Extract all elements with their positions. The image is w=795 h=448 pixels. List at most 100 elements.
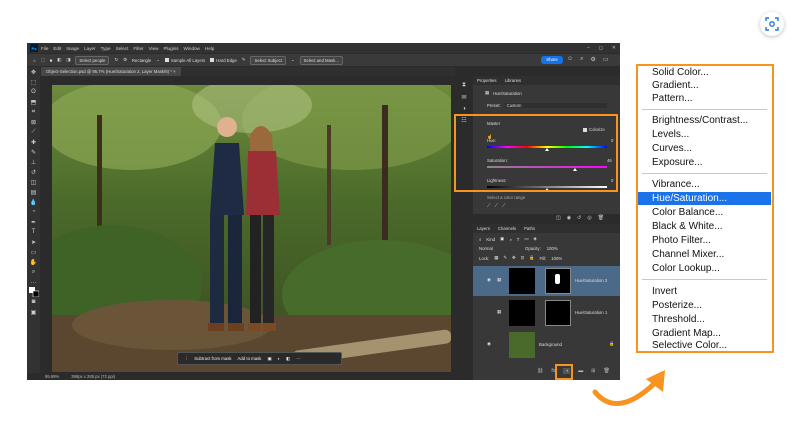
brush-settings-icon[interactable]: ✎ <box>242 57 246 63</box>
opacity-value[interactable]: 100% <box>547 246 558 251</box>
history-brush-icon[interactable]: ↺ <box>27 167 40 177</box>
menu-item-selective-color[interactable]: Selective Color... <box>638 339 771 352</box>
menu-item-exposure[interactable]: Exposure... <box>638 156 771 169</box>
invert-icon[interactable]: ◐ <box>278 356 281 361</box>
menu-item-solid-color[interactable]: Solid Color... <box>638 66 771 79</box>
menu-item-color-balance[interactable]: Color Balance... <box>638 206 771 219</box>
menu-layer[interactable]: Layer <box>84 46 96 51</box>
menu-item-photo-filter[interactable]: Photo Filter... <box>638 234 771 247</box>
subtract-selection-icon[interactable]: ◨ <box>66 57 70 63</box>
layer-name[interactable]: Background <box>539 342 562 347</box>
pen-tool-icon[interactable]: ✒ <box>27 217 40 227</box>
minimize-button[interactable]: – <box>587 45 590 51</box>
select-subject-button[interactable]: Select Subject <box>250 55 286 65</box>
view-previous-icon[interactable]: ◉ <box>567 215 571 221</box>
object-selection-tool-icon[interactable]: ⬚ <box>41 57 45 63</box>
sample-all-layers-checkbox[interactable]: Sample All Layers <box>164 58 205 63</box>
smart-filter-icon[interactable]: ◈ <box>533 236 536 242</box>
color-swatches-icon[interactable] <box>27 287 40 297</box>
lock-paint-icon[interactable]: ✎ <box>503 255 507 261</box>
refresh-icon[interactable]: ↻ <box>114 57 118 63</box>
filter-search-icon[interactable]: ⌕ <box>479 237 481 242</box>
history-icon[interactable]: ⧗ <box>462 82 466 89</box>
layer-name[interactable]: Hue/Saturation 1 <box>575 310 607 315</box>
share-button[interactable]: Share <box>541 56 563 64</box>
layer-name[interactable]: Hue/Saturation 2 <box>575 278 607 283</box>
menu-filter[interactable]: Filter <box>133 46 143 51</box>
menu-type[interactable]: Type <box>101 46 111 51</box>
layer-mask-thumbnail[interactable] <box>545 300 571 326</box>
menu-image[interactable]: Image <box>66 46 79 51</box>
menu-item-channel-mixer[interactable]: Channel Mixer... <box>638 248 771 261</box>
menu-select[interactable]: Select <box>116 46 129 51</box>
eyedropper-minus-icon[interactable]: ⟋ <box>502 203 506 209</box>
mode-label[interactable]: Rectangle <box>132 58 151 63</box>
type-filter-icon[interactable]: T <box>517 237 520 242</box>
tab-paths[interactable]: Paths <box>524 226 535 231</box>
mask-icon[interactable]: ▣ <box>267 356 271 362</box>
add-selection-icon[interactable]: ◧ <box>57 57 61 63</box>
document-canvas[interactable] <box>52 85 451 372</box>
pixel-filter-icon[interactable]: ▣ <box>500 236 504 242</box>
hand-tool-icon[interactable]: ✋ <box>27 257 40 267</box>
visibility-eye-icon[interactable]: ◉ <box>487 277 491 283</box>
menu-help[interactable]: Help <box>205 46 214 51</box>
close-icon[interactable]: × <box>173 69 176 74</box>
gradient-tool-icon[interactable]: ▤ <box>27 187 40 197</box>
layer-row-selected[interactable]: ◉ ▦ Hue/Saturation 2 <box>473 266 620 296</box>
home-icon[interactable]: ⌂ <box>33 58 36 63</box>
search-icon[interactable]: ⌕ <box>580 56 583 63</box>
frame-tool-icon[interactable]: ⊠ <box>27 117 40 127</box>
menu-item-gradient[interactable]: Gradient... <box>638 79 771 92</box>
visual-search-icon[interactable] <box>760 12 784 36</box>
menu-file[interactable]: File <box>41 46 48 51</box>
lock-all-icon[interactable]: 🔒 <box>529 255 534 261</box>
trash-icon[interactable]: 🗑 <box>598 215 604 221</box>
select-people-button[interactable]: Select people <box>75 55 110 65</box>
shape-tool-icon[interactable]: ▭ <box>27 247 40 257</box>
move-tool-icon[interactable]: ✥ <box>27 67 40 77</box>
adjustments-icon[interactable]: ◑ <box>462 106 466 112</box>
gear-icon[interactable]: ⚙ <box>591 56 596 63</box>
quick-mask-icon[interactable]: ◙ <box>27 297 40 307</box>
visibility-icon[interactable]: ◎ <box>587 215 591 221</box>
kind-dropdown[interactable]: Kind <box>486 237 495 242</box>
layer-row[interactable]: ▦ Hue/Saturation 1 <box>473 298 620 328</box>
more-options-icon[interactable]: ⋯ <box>296 356 300 362</box>
more-tools-icon[interactable]: … <box>27 277 40 287</box>
eyedropper-icon[interactable]: ⟋ <box>487 203 491 209</box>
zoom-level[interactable]: 95.69% <box>45 374 59 379</box>
healing-brush-icon[interactable]: ✚ <box>27 137 40 147</box>
menu-item-invert[interactable]: Invert <box>638 285 771 298</box>
zoom-tool-icon[interactable]: ⌕ <box>27 267 40 277</box>
layer-mask-thumbnail[interactable] <box>545 268 571 294</box>
menu-item-threshold[interactable]: Threshold... <box>638 313 771 326</box>
menu-item-posterize[interactable]: Posterize... <box>638 299 771 312</box>
menu-item-levels[interactable]: Levels... <box>638 128 771 141</box>
close-button[interactable]: ✕ <box>612 45 616 51</box>
brush-tool-icon[interactable]: ✎ <box>27 147 40 157</box>
eyedropper-icon[interactable]: ⟋ <box>27 127 40 137</box>
blur-tool-icon[interactable]: 💧 <box>27 197 40 207</box>
visibility-eye-icon[interactable]: ◉ <box>487 341 491 347</box>
hard-edge-checkbox[interactable]: Hard Edge <box>210 58 237 63</box>
type-tool-icon[interactable]: T <box>27 227 40 237</box>
menu-item-curves[interactable]: Curves... <box>638 142 771 155</box>
drag-handle-icon[interactable]: ⋮ <box>184 356 188 362</box>
menu-item-black-white[interactable]: Black & White... <box>638 220 771 233</box>
shape-filter-icon[interactable]: ▭ <box>524 236 528 242</box>
lasso-tool-icon[interactable]: ʘ <box>27 87 40 97</box>
screen-mode-icon[interactable]: ▣ <box>27 307 40 317</box>
select-and-mask-button[interactable]: Select and Mask... <box>299 55 343 65</box>
adjustment-filter-icon[interactable]: ◑ <box>509 237 512 242</box>
menu-item-hue-saturation[interactable]: Hue/Saturation... <box>638 192 771 205</box>
eyedropper-plus-icon[interactable]: ⟋ <box>495 203 499 209</box>
lock-pixels-icon[interactable]: ▦ <box>494 255 498 261</box>
reset-icon[interactable]: ↺ <box>577 215 581 221</box>
path-selection-icon[interactable]: ➤ <box>27 237 40 247</box>
add-to-mask-button[interactable]: Add to mask <box>238 356 262 361</box>
object-selection-icon[interactable]: ⬒ <box>27 97 40 107</box>
marquee-tool-icon[interactable]: ⬚ <box>27 77 40 87</box>
user-icon[interactable]: ☺ <box>567 56 573 63</box>
chevron-down-icon[interactable]: ⌄ <box>291 57 295 63</box>
